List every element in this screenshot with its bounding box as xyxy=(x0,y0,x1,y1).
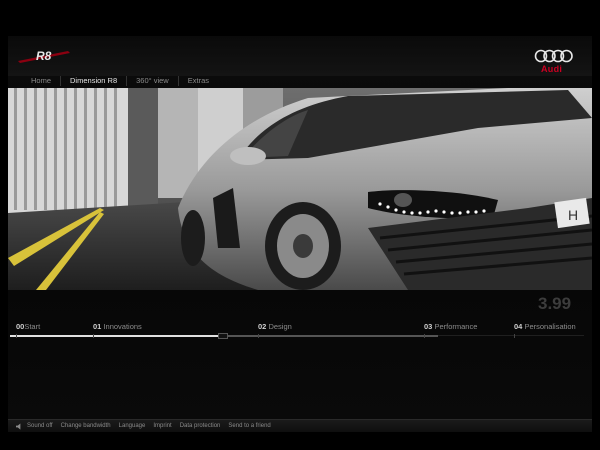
chapter-tick xyxy=(16,334,17,338)
car-scene-image: H xyxy=(8,88,592,290)
chapter-number: 02 xyxy=(258,322,267,331)
svg-text:H: H xyxy=(568,207,578,223)
chapter-label: Innovations xyxy=(103,322,142,331)
main-nav: Home Dimension R8 360° view Extras xyxy=(22,74,218,88)
chapter-label: Performance xyxy=(434,322,478,331)
send-to-friend-link[interactable]: Send to a friend xyxy=(224,423,274,429)
footer-bar: Sound off Change bandwidth Language Impr… xyxy=(8,419,592,432)
nav-item-home[interactable]: Home xyxy=(22,76,62,86)
chapter-tick xyxy=(93,334,94,338)
timeline-buffered xyxy=(224,335,438,337)
chapter-label: Start xyxy=(24,322,41,331)
chapter-label: Personalisation xyxy=(524,322,576,331)
chapter-tick xyxy=(514,334,515,338)
chapter-tick xyxy=(424,334,425,338)
audi-wordmark: Audi xyxy=(541,64,563,74)
timeline-track-end xyxy=(438,335,584,336)
chapter-personalisation[interactable]: 04 Personalisation xyxy=(514,322,576,331)
chapter-number: 01 xyxy=(93,322,102,331)
change-bandwidth-link[interactable]: Change bandwidth xyxy=(57,423,115,429)
chapter-nav: 00Start 01 Innovations 02 Design 03 Perf… xyxy=(0,322,600,334)
chapter-number: 04 xyxy=(514,322,523,331)
speaker-icon[interactable] xyxy=(16,422,23,430)
chapter-performance[interactable]: 03 Performance xyxy=(424,322,477,331)
language-link[interactable]: Language xyxy=(115,423,150,429)
r8-logo-text: R8 xyxy=(36,49,52,63)
timeline-progress xyxy=(10,335,220,337)
chapter-design[interactable]: 02 Design xyxy=(258,322,292,331)
imprint-link[interactable]: Imprint xyxy=(149,423,175,429)
sound-off-link[interactable]: Sound off xyxy=(23,423,57,429)
header xyxy=(8,36,592,76)
audi-rings-icon[interactable] xyxy=(534,48,574,64)
video-frame[interactable]: H xyxy=(8,88,592,290)
chapter-tick xyxy=(258,334,259,338)
chapter-innovations[interactable]: 01 Innovations xyxy=(93,322,142,331)
nav-item-dimension-r8[interactable]: Dimension R8 xyxy=(61,76,128,86)
timeline-scrubber[interactable] xyxy=(10,333,438,339)
nav-item-extras[interactable]: Extras xyxy=(179,76,218,86)
chapter-number: 03 xyxy=(424,322,433,331)
chapter-start[interactable]: 00Start xyxy=(16,322,40,331)
timeline-handle[interactable] xyxy=(217,333,228,339)
r8-logo[interactable]: R8 xyxy=(14,48,72,64)
nav-item-360-view[interactable]: 360° view xyxy=(127,76,179,86)
data-protection-link[interactable]: Data protection xyxy=(176,423,225,429)
chapter-label: Design xyxy=(268,322,292,331)
timecode-display: 3.99 xyxy=(538,294,572,313)
